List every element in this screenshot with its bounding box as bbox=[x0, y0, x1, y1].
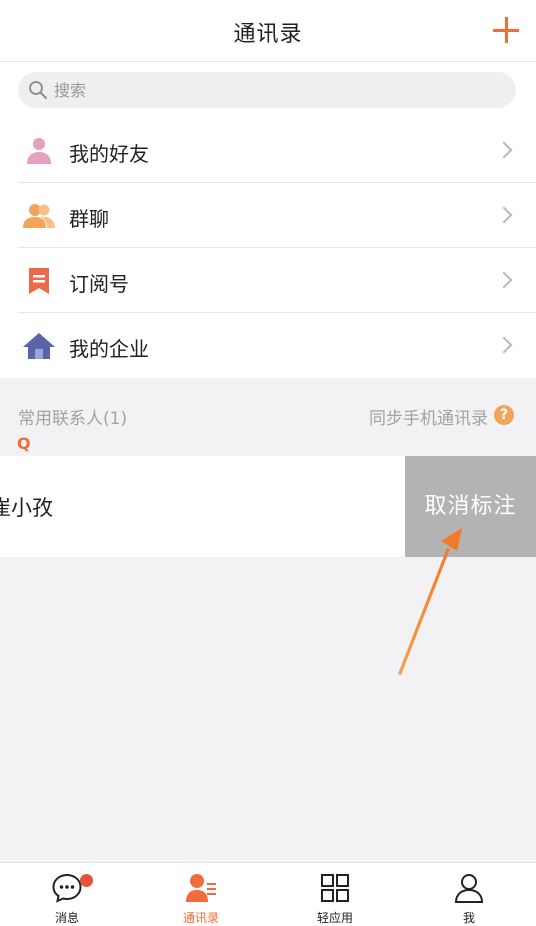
unmark-button[interactable]: 取消标注 bbox=[405, 456, 536, 557]
person-icon bbox=[27, 138, 51, 164]
search-input[interactable] bbox=[54, 72, 494, 108]
contact-name: 崔小孜 bbox=[0, 496, 53, 520]
menu-item-label: 我的企业 bbox=[69, 337, 149, 361]
header-bar: 通讯录 bbox=[0, 0, 536, 62]
tab-label: 消息 bbox=[54, 911, 79, 925]
menu-item-label: 我的好友 bbox=[69, 142, 149, 166]
frequent-contacts-header: 常用联系人(1) 同步手机通讯录 ? Q bbox=[0, 378, 536, 456]
search-area bbox=[0, 62, 536, 118]
chevron-right-icon bbox=[495, 206, 513, 224]
help-icon[interactable]: ? bbox=[494, 405, 514, 425]
tab-light-apps[interactable]: 轻应用 bbox=[268, 863, 402, 926]
search-box[interactable] bbox=[18, 72, 516, 108]
contacts-icon bbox=[186, 874, 216, 902]
unread-badge bbox=[80, 874, 93, 887]
tab-messages[interactable]: 消息 bbox=[0, 863, 134, 926]
page-title: 通讯录 bbox=[233, 22, 303, 47]
profile-icon bbox=[454, 874, 484, 903]
frequent-contacts-title: 常用联系人(1) bbox=[18, 409, 128, 429]
add-contact-button[interactable] bbox=[492, 16, 520, 44]
bottom-tab-bar: 消息 通讯录 轻应用 我 bbox=[0, 862, 536, 926]
tab-me[interactable]: 我 bbox=[402, 863, 536, 926]
search-icon bbox=[29, 81, 47, 99]
chevron-right-icon bbox=[495, 271, 513, 289]
bookmark-icon bbox=[29, 268, 49, 294]
menu-item-label: 群聊 bbox=[69, 207, 109, 231]
chevron-right-icon bbox=[495, 141, 513, 159]
menu-item-my-company[interactable]: 我的企业 bbox=[0, 313, 536, 378]
tab-contacts[interactable]: 通讯录 bbox=[134, 863, 268, 926]
menu-item-friends[interactable]: 我的好友 bbox=[0, 118, 536, 183]
tab-label: 轻应用 bbox=[316, 911, 353, 925]
home-icon bbox=[23, 333, 55, 359]
chat-bubble-icon bbox=[52, 873, 82, 903]
tab-label: 通讯录 bbox=[182, 911, 219, 925]
sync-phone-contacts-link[interactable]: 同步手机通讯录 bbox=[369, 404, 488, 429]
index-letter: Q bbox=[17, 434, 31, 453]
grid-apps-icon bbox=[321, 874, 349, 902]
chevron-right-icon bbox=[495, 336, 513, 354]
menu-item-group-chat[interactable]: 群聊 bbox=[0, 183, 536, 248]
contact-row[interactable]: 崔小孜 取消标注 bbox=[0, 456, 536, 557]
menu-item-label: 订阅号 bbox=[69, 272, 129, 296]
group-icon bbox=[23, 204, 55, 228]
contacts-menu: 我的好友 群聊 订阅号 我的企业 bbox=[0, 118, 536, 378]
menu-item-subscriptions[interactable]: 订阅号 bbox=[0, 248, 536, 313]
tab-label: 我 bbox=[462, 911, 475, 925]
